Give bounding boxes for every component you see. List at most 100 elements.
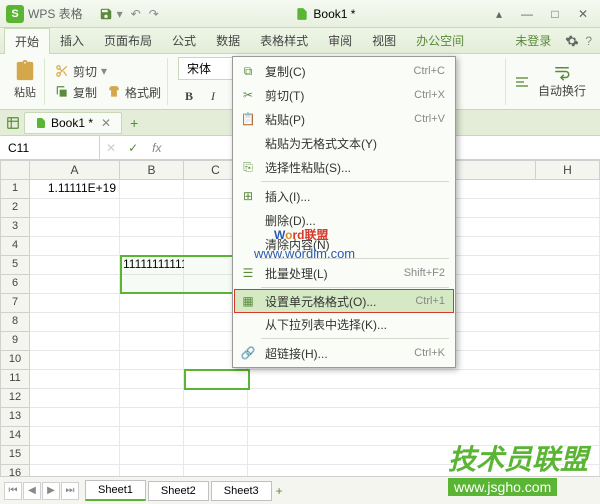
cell[interactable] (30, 427, 120, 446)
cancel-formula-icon[interactable]: ✕ (100, 141, 122, 155)
col-header-h[interactable]: H (536, 160, 600, 180)
cell[interactable] (184, 427, 248, 446)
row-header[interactable]: 13 (0, 408, 30, 427)
row-header[interactable]: 14 (0, 427, 30, 446)
name-box[interactable]: C11 (0, 136, 100, 159)
cell[interactable] (120, 180, 184, 199)
cut-button[interactable]: 剪切▾ (55, 63, 161, 80)
row-header[interactable]: 15 (0, 446, 30, 465)
menu-layout[interactable]: 页面布局 (94, 28, 162, 53)
cell[interactable] (248, 427, 600, 446)
cell[interactable] (120, 427, 184, 446)
ctx-paste-special[interactable]: ⎘选择性粘贴(S)... (235, 155, 453, 179)
row-header[interactable]: 7 (0, 294, 30, 313)
gear-icon[interactable] (565, 34, 579, 48)
row-header[interactable]: 12 (0, 389, 30, 408)
col-header-a[interactable]: A (30, 160, 120, 180)
ctx-paste-unformatted[interactable]: 粘贴为无格式文本(Y) (235, 131, 453, 155)
sheet-tab-3[interactable]: Sheet3 (211, 481, 272, 501)
tab-close-icon[interactable]: ✕ (101, 116, 111, 130)
row-header[interactable]: 3 (0, 218, 30, 237)
sheet-nav-first[interactable]: ⏮ (4, 482, 22, 500)
italic-button[interactable]: I (202, 86, 224, 106)
cell[interactable] (184, 446, 248, 465)
cell[interactable] (120, 218, 184, 237)
menu-data[interactable]: 数据 (206, 28, 250, 53)
cell[interactable] (120, 294, 184, 313)
row-header[interactable]: 10 (0, 351, 30, 370)
collapse-icon[interactable]: ▴ (488, 5, 510, 23)
cell[interactable] (30, 446, 120, 465)
cell[interactable] (30, 294, 120, 313)
bold-button[interactable]: B (178, 86, 200, 106)
cell[interactable] (184, 370, 248, 389)
row-header[interactable]: 5 (0, 256, 30, 275)
row-header[interactable]: 8 (0, 313, 30, 332)
ctx-paste[interactable]: 📋粘贴(P)Ctrl+V (235, 107, 453, 131)
cell[interactable] (120, 313, 184, 332)
cell[interactable] (30, 351, 120, 370)
format-painter-button[interactable]: 格式刷 (107, 84, 161, 101)
row-header[interactable]: 6 (0, 275, 30, 294)
menu-review[interactable]: 审阅 (318, 28, 362, 53)
select-all-corner[interactable] (0, 160, 30, 180)
cell[interactable] (30, 313, 120, 332)
cell[interactable] (248, 408, 600, 427)
sheet-nav-prev[interactable]: ◀ (23, 482, 41, 500)
ctx-clear[interactable]: 清除内容(N) (235, 232, 453, 256)
row-header[interactable]: 9 (0, 332, 30, 351)
fx-icon[interactable]: fx (144, 141, 169, 155)
cell[interactable] (30, 332, 120, 351)
cell[interactable] (120, 370, 184, 389)
close-icon[interactable]: ✕ (572, 5, 594, 23)
redo-icon[interactable]: ↷ (149, 7, 159, 21)
cell[interactable] (248, 389, 600, 408)
ctx-delete[interactable]: 删除(D)... (235, 208, 453, 232)
menu-start[interactable]: 开始 (4, 28, 50, 54)
menu-formula[interactable]: 公式 (162, 28, 206, 53)
cell[interactable] (248, 446, 600, 465)
menu-view[interactable]: 视图 (362, 28, 406, 53)
sheet-tab-2[interactable]: Sheet2 (148, 481, 209, 501)
autowrap-button[interactable]: 自动换行 (538, 64, 586, 99)
menu-insert[interactable]: 插入 (50, 28, 94, 53)
cell[interactable] (120, 332, 184, 351)
col-header-b[interactable]: B (120, 160, 184, 180)
ctx-cut[interactable]: ✂剪切(T)Ctrl+X (235, 83, 453, 107)
sheet-nav-next[interactable]: ▶ (42, 482, 60, 500)
ctx-insert[interactable]: ⊞插入(I)... (235, 184, 453, 208)
dropdown-icon[interactable]: ▾ (117, 7, 123, 21)
tab-add-icon[interactable]: + (126, 115, 142, 131)
cell[interactable] (120, 408, 184, 427)
cell[interactable]: 1.11111E+19 (30, 180, 120, 199)
ctx-format-cells[interactable]: ▦设置单元格格式(O)...Ctrl+1 (234, 289, 454, 313)
row-header[interactable]: 11 (0, 370, 30, 389)
sheet-tab-1[interactable]: Sheet1 (85, 480, 146, 501)
minimize-icon[interactable]: — (516, 5, 538, 23)
cell[interactable] (30, 275, 120, 294)
cell[interactable] (30, 218, 120, 237)
cell[interactable] (30, 256, 120, 275)
paste-button[interactable]: 粘贴 (6, 58, 45, 105)
row-header[interactable]: 4 (0, 237, 30, 256)
row-header[interactable]: 2 (0, 199, 30, 218)
confirm-formula-icon[interactable]: ✓ (122, 141, 144, 155)
cell[interactable] (30, 389, 120, 408)
workbook-tab[interactable]: Book1 * ✕ (24, 112, 122, 134)
align-icon[interactable] (514, 74, 530, 90)
cell[interactable] (30, 237, 120, 256)
ctx-copy[interactable]: ⧉复制(C)Ctrl+C (235, 59, 453, 83)
menu-style[interactable]: 表格样式 (250, 28, 318, 53)
cell[interactable] (120, 351, 184, 370)
maximize-icon[interactable]: □ (544, 5, 566, 23)
help-icon[interactable]: ? (585, 34, 592, 48)
sheet-nav-last[interactable]: ⏭ (61, 482, 79, 500)
cell[interactable]: 11111111111111 (120, 256, 184, 275)
cell[interactable] (30, 370, 120, 389)
login-status[interactable]: 未登录 (507, 32, 559, 49)
cell[interactable] (30, 199, 120, 218)
undo-icon[interactable]: ↶ (131, 7, 141, 21)
save-icon[interactable] (99, 7, 113, 21)
cell[interactable] (30, 408, 120, 427)
ctx-batch[interactable]: ☰批量处理(L)Shift+F2 (235, 261, 453, 285)
